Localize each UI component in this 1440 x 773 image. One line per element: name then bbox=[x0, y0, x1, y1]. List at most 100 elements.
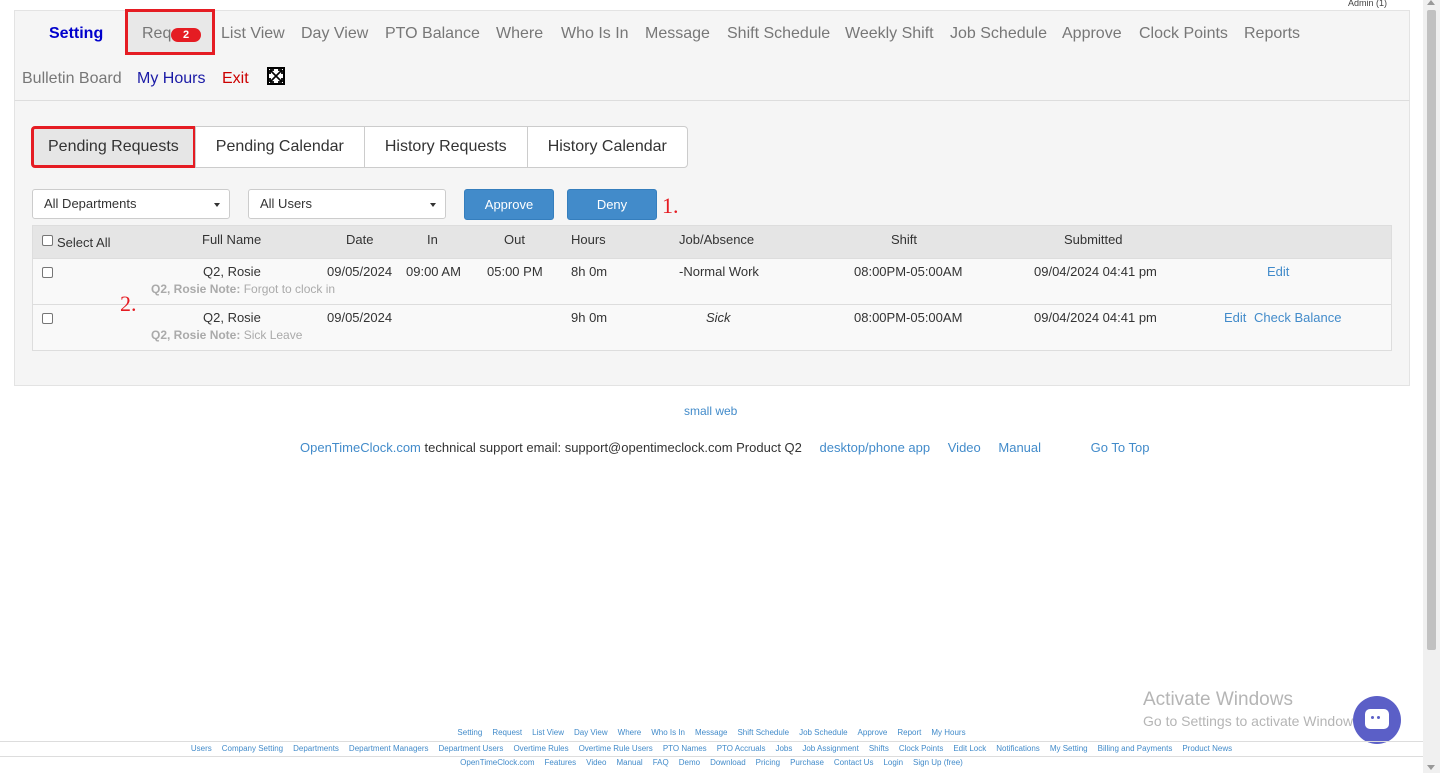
nav-weekly-shift[interactable]: Weekly Shift bbox=[845, 25, 934, 43]
bottom-link[interactable]: Where bbox=[618, 728, 642, 737]
nav-exit[interactable]: Exit bbox=[222, 70, 249, 88]
bottom-link[interactable]: Overtime Rules bbox=[513, 744, 568, 753]
row-edit-link[interactable]: Edit bbox=[1224, 310, 1246, 325]
scroll-up-icon[interactable] bbox=[1427, 0, 1435, 5]
bottom-link[interactable]: Pricing bbox=[756, 758, 780, 767]
fullscreen-icon[interactable] bbox=[267, 67, 285, 85]
nav-shift-schedule[interactable]: Shift Schedule bbox=[727, 25, 830, 43]
row-note-text: Forgot to clock in bbox=[243, 282, 336, 296]
support-text: technical support email: support@opentim… bbox=[424, 440, 802, 455]
check-balance-link[interactable]: Check Balance bbox=[1254, 310, 1341, 325]
bottom-link[interactable]: Request bbox=[492, 728, 522, 737]
nav-who-is-in[interactable]: Who Is In bbox=[561, 25, 629, 43]
row-note-label: Q2, Rosie Note: bbox=[151, 328, 241, 342]
bottom-link[interactable]: Notifications bbox=[996, 744, 1040, 753]
vertical-scrollbar[interactable] bbox=[1423, 0, 1440, 773]
bottom-link[interactable]: Features bbox=[545, 758, 577, 767]
bottom-link[interactable]: Manual bbox=[616, 758, 642, 767]
select-all-checkbox[interactable] bbox=[42, 235, 53, 246]
bottom-link[interactable]: Demo bbox=[679, 758, 700, 767]
header-job-absence: Job/Absence bbox=[679, 232, 755, 247]
nav-request[interactable]: Req bbox=[142, 25, 171, 43]
bottom-link[interactable]: OpenTimeClock.com bbox=[460, 758, 534, 767]
bottom-link[interactable]: My Setting bbox=[1050, 744, 1088, 753]
bottom-link[interactable]: FAQ bbox=[653, 758, 669, 767]
desktop-app-link[interactable]: desktop/phone app bbox=[820, 440, 931, 455]
bottom-link[interactable]: Contact Us bbox=[834, 758, 874, 767]
row-checkbox[interactable] bbox=[42, 313, 53, 324]
bottom-link[interactable]: Billing and Payments bbox=[1098, 744, 1173, 753]
bottom-link[interactable]: Company Setting bbox=[222, 744, 283, 753]
manual-link[interactable]: Manual bbox=[998, 440, 1041, 455]
row-edit-link[interactable]: Edit bbox=[1267, 264, 1289, 279]
bottom-link[interactable]: Shift Schedule bbox=[737, 728, 789, 737]
bottom-link[interactable]: Approve bbox=[858, 728, 888, 737]
nav-clock-points[interactable]: Clock Points bbox=[1139, 25, 1228, 43]
site-link[interactable]: OpenTimeClock.com bbox=[300, 440, 421, 455]
bottom-link[interactable]: Overtime Rule Users bbox=[579, 744, 653, 753]
nav-approve[interactable]: Approve bbox=[1062, 25, 1122, 43]
nav-job-schedule[interactable]: Job Schedule bbox=[950, 25, 1047, 43]
deny-button[interactable]: Deny bbox=[567, 189, 657, 220]
bottom-link[interactable]: Purchase bbox=[790, 758, 824, 767]
user-select[interactable]: All Users bbox=[248, 189, 446, 219]
bottom-link[interactable]: Who Is In bbox=[651, 728, 685, 737]
bottom-link[interactable]: Departments bbox=[293, 744, 339, 753]
header-in: In bbox=[427, 232, 438, 247]
bottom-link[interactable]: Job Assignment bbox=[802, 744, 858, 753]
nav-where[interactable]: Where bbox=[496, 25, 543, 43]
bottom-link[interactable]: Login bbox=[883, 758, 903, 767]
bottom-link[interactable]: List View bbox=[532, 728, 564, 737]
bottom-link[interactable]: My Hours bbox=[931, 728, 965, 737]
nav-my-hours[interactable]: My Hours bbox=[137, 70, 205, 88]
row-checkbox[interactable] bbox=[42, 267, 53, 278]
bottom-link[interactable]: Video bbox=[586, 758, 606, 767]
bottom-link[interactable]: PTO Names bbox=[663, 744, 707, 753]
header-date: Date bbox=[346, 232, 374, 247]
row-note-text: Sick Leave bbox=[243, 328, 303, 342]
bottom-link[interactable]: Edit Lock bbox=[953, 744, 986, 753]
small-web-link[interactable]: small web bbox=[684, 404, 737, 418]
support-line: OpenTimeClock.com technical support emai… bbox=[300, 440, 1149, 455]
row-job-absence: -Normal Work bbox=[679, 264, 759, 279]
nav-reports[interactable]: Reports bbox=[1244, 25, 1300, 43]
bottom-link[interactable]: Users bbox=[191, 744, 212, 753]
scroll-down-icon[interactable] bbox=[1427, 765, 1435, 770]
tab-pending-requests[interactable]: Pending Requests bbox=[31, 126, 196, 168]
approve-button[interactable]: Approve bbox=[464, 189, 554, 220]
nav-list-view[interactable]: List View bbox=[221, 25, 285, 43]
tab-pending-calendar[interactable]: Pending Calendar bbox=[194, 126, 365, 168]
bottom-link[interactable]: Download bbox=[710, 758, 746, 767]
bottom-link[interactable]: Department Managers bbox=[349, 744, 429, 753]
bottom-link[interactable]: Setting bbox=[457, 728, 482, 737]
bottom-link[interactable]: PTO Accruals bbox=[717, 744, 766, 753]
go-to-top-link[interactable]: Go To Top bbox=[1091, 440, 1150, 455]
row-submitted: 09/04/2024 04:41 pm bbox=[1034, 264, 1157, 279]
row-in: 09:00 AM bbox=[406, 264, 461, 279]
scrollbar-thumb[interactable] bbox=[1427, 10, 1436, 650]
bottom-link[interactable]: Job Schedule bbox=[799, 728, 847, 737]
bottom-link[interactable]: Shifts bbox=[869, 744, 889, 753]
video-link[interactable]: Video bbox=[948, 440, 981, 455]
row-note: Q2, Rosie Note: Sick Leave bbox=[151, 328, 302, 342]
nav-day-view[interactable]: Day View bbox=[301, 25, 368, 43]
row-date: 09/05/2024 bbox=[327, 264, 393, 279]
bottom-link[interactable]: Message bbox=[695, 728, 727, 737]
nav-setting[interactable]: Setting bbox=[49, 25, 103, 43]
bottom-link[interactable]: Sign Up (free) bbox=[913, 758, 963, 767]
bottom-link[interactable]: Product News bbox=[1182, 744, 1232, 753]
nav-bulletin-board[interactable]: Bulletin Board bbox=[22, 70, 122, 88]
admin-label[interactable]: Admin (1) bbox=[1348, 0, 1387, 8]
bottom-menu-row-2: Users Company Setting Departments Departmen… bbox=[0, 741, 1423, 757]
nav-pto-balance[interactable]: PTO Balance bbox=[385, 25, 480, 43]
user-select-value: All Users bbox=[260, 196, 313, 211]
bottom-link[interactable]: Day View bbox=[574, 728, 608, 737]
bottom-link[interactable]: Report bbox=[897, 728, 921, 737]
tab-history-calendar[interactable]: History Calendar bbox=[526, 126, 688, 168]
department-select[interactable]: All Departments bbox=[32, 189, 230, 219]
bottom-link[interactable]: Jobs bbox=[775, 744, 792, 753]
bottom-link[interactable]: Clock Points bbox=[899, 744, 943, 753]
bottom-link[interactable]: Department Users bbox=[439, 744, 504, 753]
tab-history-requests[interactable]: History Requests bbox=[363, 126, 528, 168]
nav-message[interactable]: Message bbox=[645, 25, 710, 43]
